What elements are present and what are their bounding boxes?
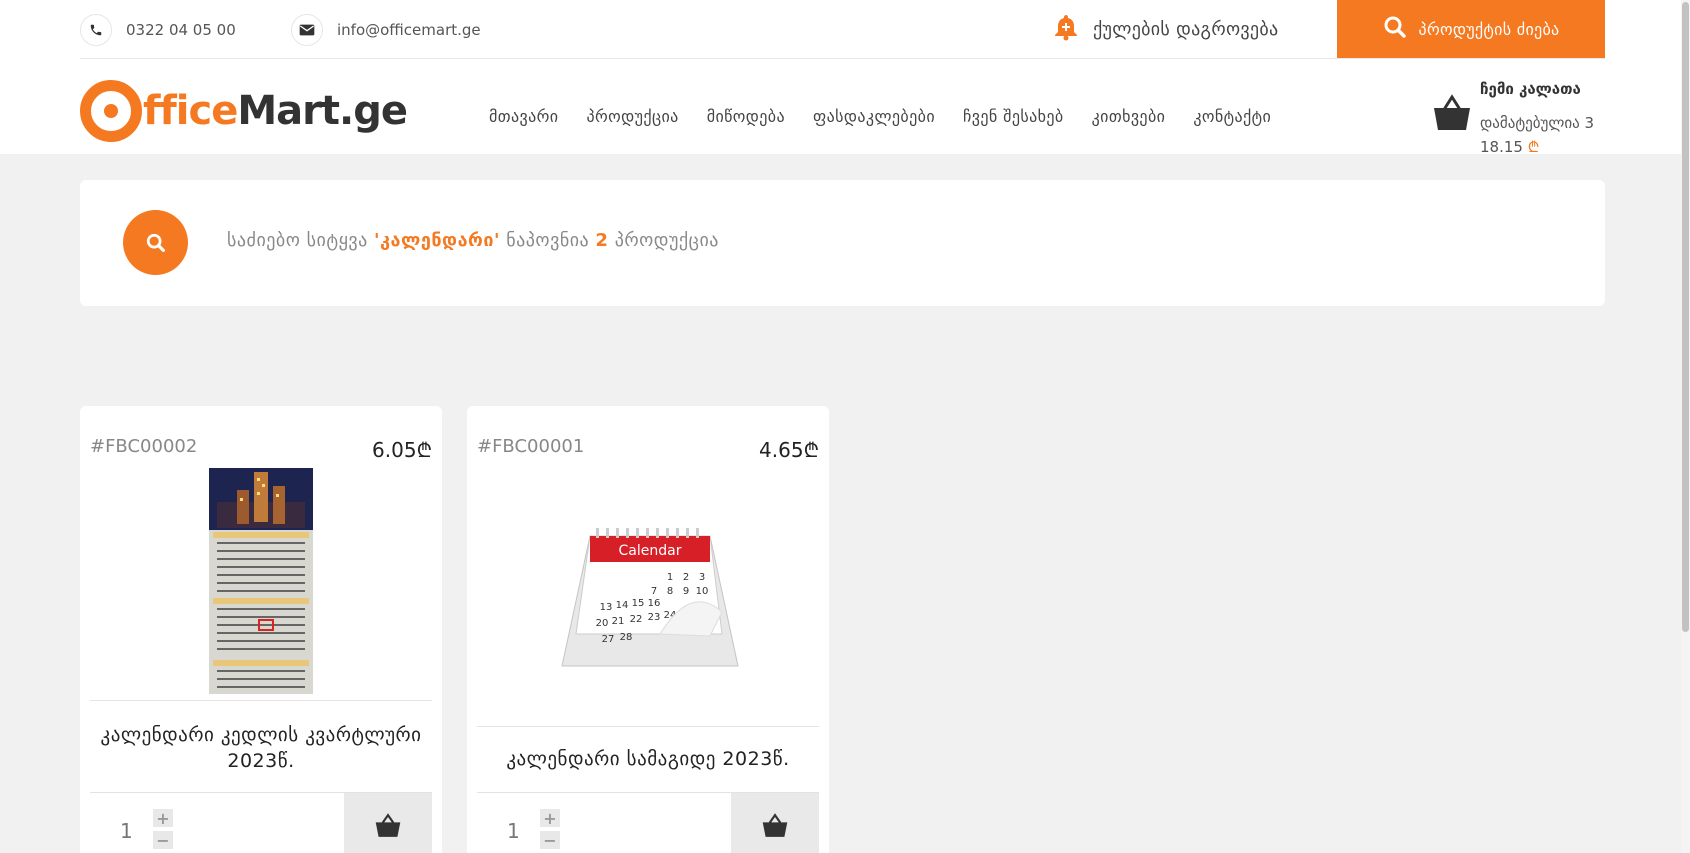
card-divider bbox=[90, 700, 432, 701]
site-logo[interactable]: ffice Mart.ge bbox=[80, 80, 408, 142]
svg-text:15: 15 bbox=[632, 598, 645, 609]
svg-text:8: 8 bbox=[667, 586, 673, 597]
bonus-label: ქულების დაგროვება bbox=[1093, 18, 1279, 40]
results-text: საძიებო სიტყვა 'კალენდარი' ნაპოვნია 2 პრ… bbox=[227, 230, 719, 251]
svg-text:22: 22 bbox=[630, 614, 643, 625]
nav-item-products[interactable]: პროდუქცია bbox=[586, 107, 678, 126]
basket-icon bbox=[373, 813, 403, 843]
phone-contact[interactable]: 0322 04 05 00 bbox=[80, 14, 236, 46]
quantity-controls: 1 + − bbox=[477, 792, 819, 853]
main-nav: მთავარი პროდუქცია მიწოდება ფასდაკლებები … bbox=[489, 107, 1299, 126]
product-card: #FBC00001 4.65₾ Calendar 123 7 8 9 10 13 14 1… bbox=[467, 406, 829, 853]
site-header: 0322 04 05 00 info@officemart.ge ქულების… bbox=[0, 0, 1690, 156]
plus-icon[interactable]: + bbox=[153, 809, 173, 828]
product-price: 4.65₾ bbox=[759, 438, 819, 462]
logo-text-office: ffice bbox=[143, 88, 238, 134]
minus-icon[interactable]: − bbox=[153, 831, 173, 850]
email-contact[interactable]: info@officemart.ge bbox=[291, 14, 481, 46]
card-divider bbox=[477, 726, 819, 727]
svg-text:27: 27 bbox=[602, 634, 615, 645]
add-to-cart-button[interactable] bbox=[344, 793, 432, 853]
results-suffix: პროდუქცია bbox=[614, 230, 719, 251]
svg-text:10: 10 bbox=[696, 586, 709, 597]
svg-text:20: 20 bbox=[596, 618, 609, 629]
results-keyword: 'კალენდარი' bbox=[374, 230, 501, 251]
product-code: #FBC00001 bbox=[477, 436, 585, 457]
product-code: #FBC00002 bbox=[90, 436, 198, 457]
quantity-controls: 1 + − bbox=[90, 792, 432, 853]
search-button-label: პროდუქტის ძიება bbox=[1418, 19, 1560, 39]
email-address: info@officemart.ge bbox=[337, 21, 481, 39]
svg-text:14: 14 bbox=[616, 600, 629, 611]
page-scrollbar[interactable] bbox=[1681, 0, 1690, 853]
bonus-points-link[interactable]: ქულების დაგროვება bbox=[1053, 14, 1278, 44]
product-card: #FBC00002 6.05₾ კალენდარი კედლის კვარტლუ… bbox=[80, 406, 442, 853]
svg-text:1: 1 bbox=[667, 572, 673, 583]
calendar-header-text: Calendar bbox=[619, 543, 682, 559]
phone-number: 0322 04 05 00 bbox=[126, 21, 236, 39]
svg-text:3: 3 bbox=[699, 572, 705, 583]
nav-item-contact[interactable]: კონტაქტი bbox=[1193, 107, 1271, 126]
quantity-value[interactable]: 1 bbox=[507, 819, 520, 843]
nav-item-about[interactable]: ჩვენ შესახებ bbox=[963, 107, 1064, 126]
desk-calendar-image[interactable]: Calendar 123 78910 13141516 202122232425… bbox=[477, 496, 819, 696]
nav-item-delivery[interactable]: მიწოდება bbox=[707, 107, 785, 126]
search-results-summary: საძიებო სიტყვა 'კალენდარი' ნაპოვნია 2 პრ… bbox=[80, 180, 1605, 306]
minus-icon[interactable]: − bbox=[540, 831, 560, 850]
results-middle: ნაპოვნია bbox=[506, 230, 590, 251]
svg-text:16: 16 bbox=[648, 598, 661, 609]
phone-icon bbox=[80, 14, 112, 46]
svg-text:2: 2 bbox=[683, 572, 689, 583]
basket-icon bbox=[760, 813, 790, 843]
results-count: 2 bbox=[595, 230, 609, 251]
product-price: 6.05₾ bbox=[372, 438, 432, 462]
cart-currency: ₾ bbox=[1527, 138, 1540, 156]
cart-summary: დამატებულია 3 18.15 ₾ bbox=[1480, 111, 1610, 159]
wall-calendar-image[interactable] bbox=[90, 468, 432, 694]
top-bar: 0322 04 05 00 info@officemart.ge ქულების… bbox=[80, 0, 1605, 59]
logo-text-mart: Mart.ge bbox=[237, 88, 408, 134]
product-name[interactable]: კალენდარი სამაგიდე 2023წ. bbox=[477, 746, 819, 772]
search-icon bbox=[123, 210, 188, 275]
nav-item-discounts[interactable]: ფასდაკლებები bbox=[813, 107, 935, 126]
plus-icon[interactable]: + bbox=[540, 809, 560, 828]
svg-text:28: 28 bbox=[620, 632, 633, 643]
product-name[interactable]: კალენდარი კედლის კვარტლური 2023წ. bbox=[90, 722, 432, 774]
cart-items-added: დამატებულია 3 bbox=[1480, 114, 1595, 132]
svg-text:21: 21 bbox=[612, 616, 625, 627]
bell-plus-icon bbox=[1053, 13, 1079, 45]
product-search-button[interactable]: პროდუქტის ძიება bbox=[1337, 0, 1605, 58]
svg-text:9: 9 bbox=[683, 586, 689, 597]
quantity-value[interactable]: 1 bbox=[120, 819, 133, 843]
svg-text:23: 23 bbox=[648, 612, 661, 623]
add-to-cart-button[interactable] bbox=[731, 793, 819, 853]
nav-item-faq[interactable]: კითხვები bbox=[1092, 107, 1166, 126]
cart-total: 18.15 bbox=[1480, 138, 1523, 156]
nav-item-home[interactable]: მთავარი bbox=[489, 107, 558, 126]
svg-text:7: 7 bbox=[651, 586, 657, 597]
basket-icon bbox=[1432, 94, 1472, 136]
scrollbar-thumb[interactable] bbox=[1682, 2, 1689, 632]
mail-icon bbox=[291, 14, 323, 46]
search-icon bbox=[1383, 15, 1407, 43]
svg-text:13: 13 bbox=[600, 602, 613, 613]
cart-title: ჩემი კალათა bbox=[1480, 80, 1581, 98]
results-prefix: საძიებო სიტყვა bbox=[227, 230, 368, 251]
logo-o-mark bbox=[80, 80, 142, 142]
